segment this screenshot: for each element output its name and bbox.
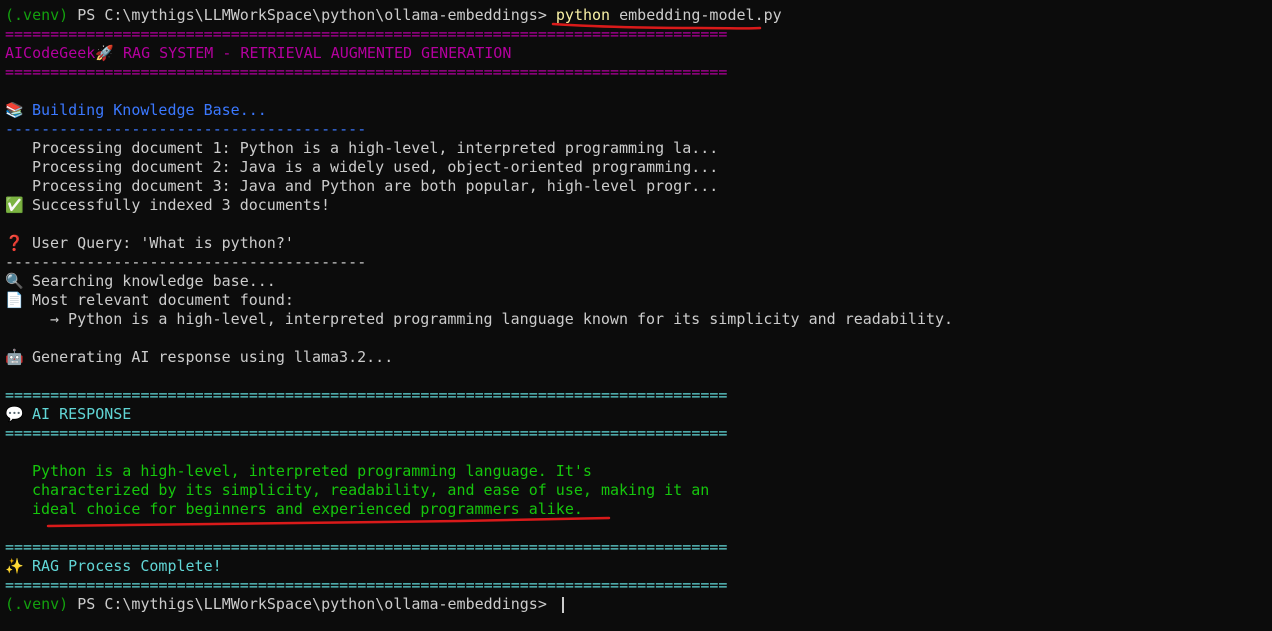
response-line-3: ideal choice for beginners and experienc… — [32, 500, 583, 518]
user-query: ❓ User Query: 'What is python?' — [5, 234, 1272, 253]
document-icon: 📄 — [5, 291, 24, 309]
check-icon: ✅ — [5, 196, 24, 214]
command-args: embedding-model.py — [610, 6, 782, 24]
complete-rule-top: ========================================… — [5, 538, 728, 556]
books-icon: 📚 — [5, 101, 24, 119]
result-line: → Python is a high-level, interpreted pr… — [50, 310, 954, 328]
search-text: Searching knowledge base... — [32, 272, 276, 290]
banner-rule-top: ========================================… — [5, 25, 728, 43]
search-line: 🔍 Searching knowledge base... — [5, 272, 1272, 291]
command-exe: python — [555, 6, 611, 24]
kb-doc-1: Processing document 1: Python is a high-… — [32, 139, 719, 157]
banner-title: AICodeGeek🚀 RAG SYSTEM - RETRIEVAL AUGME… — [5, 44, 1272, 63]
query-rule: ---------------------------------------- — [5, 253, 367, 271]
kb-doc-2: Processing document 2: Java is a widely … — [32, 158, 719, 176]
response-line-1: Python is a high-level, interpreted prog… — [32, 462, 592, 480]
final-prompt[interactable]: (.venv) PS C:\mythigs\LLMWorkSpace\pytho… — [5, 595, 1272, 614]
kb-doc-3: Processing document 3: Java and Python a… — [32, 177, 719, 195]
response-rule-top: ========================================… — [5, 386, 728, 404]
complete-rule-bottom: ========================================… — [5, 576, 728, 594]
banner-title-text: RAG SYSTEM - RETRIEVAL AUGMENTED GENERAT… — [114, 44, 512, 62]
prompt-path: PS C:\mythigs\LLMWorkSpace\python\ollama… — [68, 6, 556, 24]
command-line: (.venv) PS C:\mythigs\LLMWorkSpace\pytho… — [5, 6, 1272, 25]
kb-heading: 📚 Building Knowledge Base... — [5, 101, 1272, 120]
user-query-text: User Query: 'What is python?' — [32, 234, 294, 252]
kb-success: ✅ Successfully indexed 3 documents! — [5, 196, 1272, 215]
complete-line: ✨ RAG Process Complete! — [5, 557, 1272, 576]
kb-heading-text: Building Knowledge Base... — [32, 101, 267, 119]
response-heading-text: AI RESPONSE — [32, 405, 132, 423]
response-line-2: characterized by its simplicity, readabi… — [32, 481, 710, 499]
venv-label: (.venv) — [5, 595, 69, 613]
response-rule-bottom: ========================================… — [5, 424, 728, 442]
prompt-path: PS C:\mythigs\LLMWorkSpace\python\ollama… — [68, 595, 556, 613]
robot-icon: 🤖 — [5, 348, 24, 366]
rocket-icon: 🚀 — [95, 44, 114, 62]
generate-line: 🤖 Generating AI response using llama3.2..… — [5, 348, 1272, 367]
complete-text: RAG Process Complete! — [32, 557, 222, 575]
terminal-window[interactable]: (.venv) PS C:\mythigs\LLMWorkSpace\pytho… — [0, 0, 1272, 631]
brand-name: AICodeGeek — [5, 44, 96, 62]
sparkles-icon: ✨ — [5, 557, 24, 575]
response-heading: 💬 AI RESPONSE — [5, 405, 1272, 424]
text-cursor — [561, 596, 564, 613]
generate-text: Generating AI response using llama3.2... — [32, 348, 394, 366]
found-text: Most relevant document found: — [32, 291, 294, 309]
banner-rule-bottom: ========================================… — [5, 63, 728, 81]
venv-label: (.venv) — [5, 6, 69, 24]
question-icon: ❓ — [5, 234, 24, 252]
search-icon: 🔍 — [5, 272, 24, 290]
speech-bubble-icon: 💬 — [5, 405, 24, 423]
kb-success-text: Successfully indexed 3 documents! — [32, 196, 331, 214]
found-line: 📄 Most relevant document found: — [5, 291, 1272, 310]
kb-rule: ---------------------------------------- — [5, 120, 367, 138]
